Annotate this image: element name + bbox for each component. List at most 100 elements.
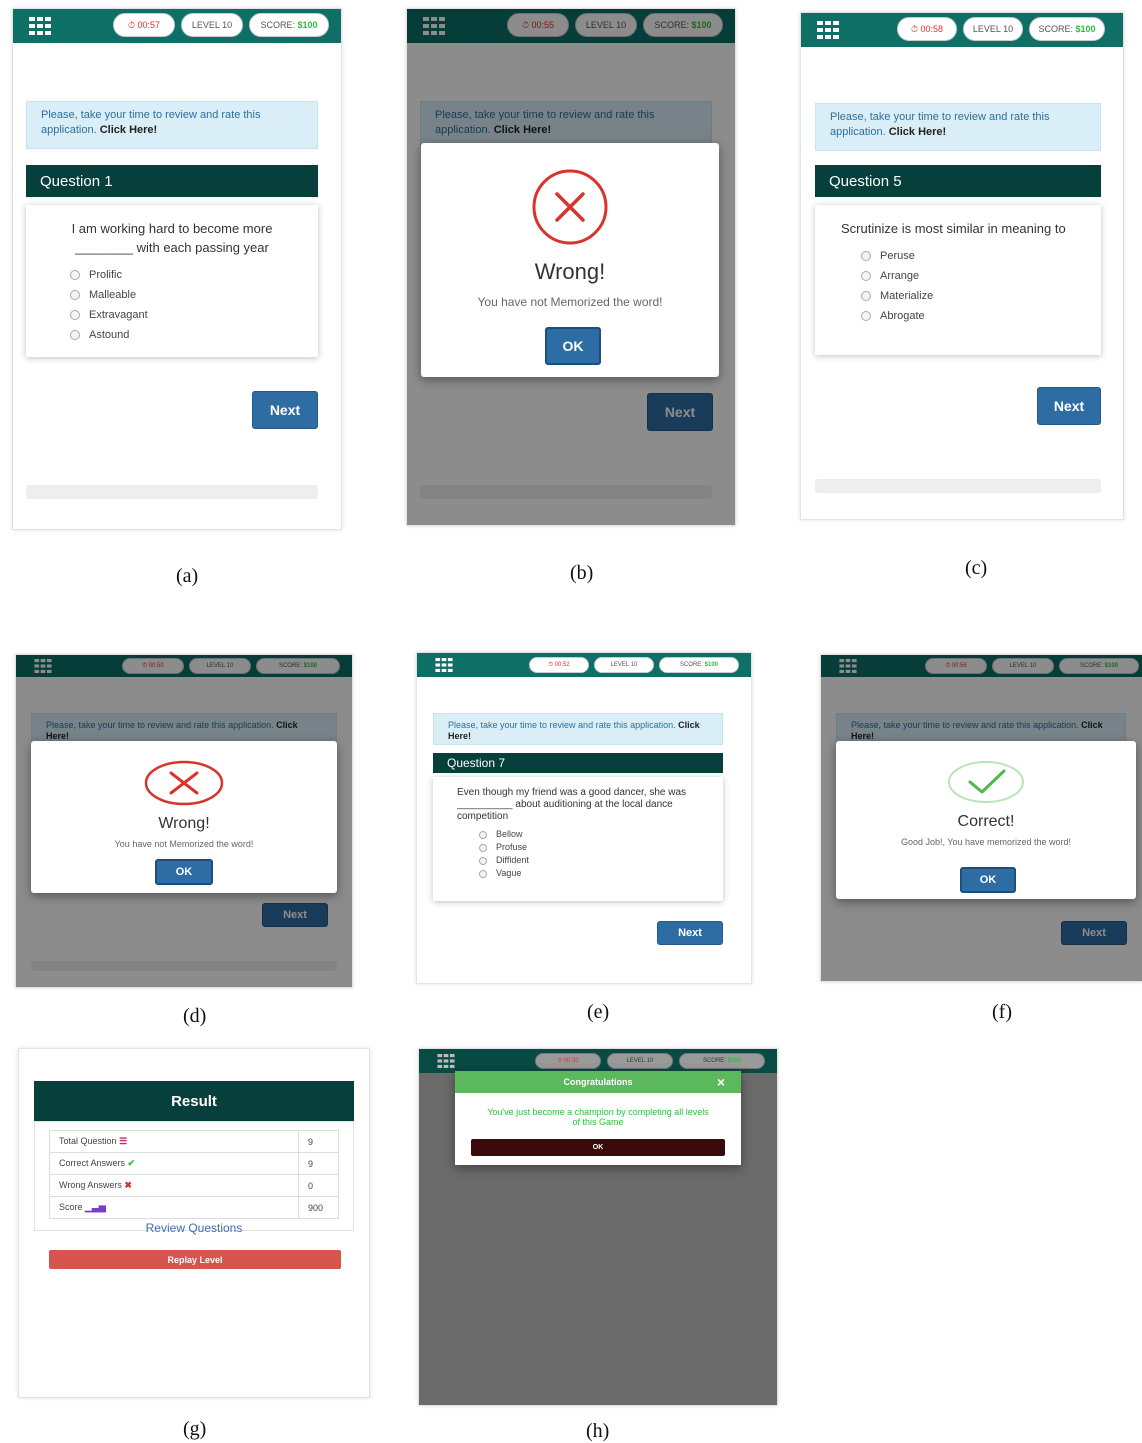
option-4[interactable]: Vague: [479, 867, 709, 880]
question-title: Question 5: [815, 165, 1101, 197]
table-row: Total Question ☰ 9: [49, 1130, 339, 1153]
top-bar: ⏱ 00:52 LEVEL 10 SCORE: $100: [417, 653, 751, 677]
timer-pill: ⏱ 00:57: [113, 13, 175, 37]
option-2[interactable]: Arrange: [861, 266, 1085, 286]
menu-grid-icon[interactable]: [433, 658, 455, 672]
congrats-header: Congratulations ×: [455, 1071, 741, 1093]
level-pill: LEVEL 10: [607, 1053, 673, 1069]
option-3[interactable]: Diffident: [479, 854, 709, 867]
timer-value: 00:30: [563, 1058, 579, 1064]
row-label: Total Question ☰: [49, 1130, 299, 1153]
row-value: 900: [298, 1196, 339, 1219]
score-pill: SCORE: $100: [659, 657, 739, 673]
clock-icon: ⏱: [910, 23, 918, 34]
caption-c: (c): [965, 557, 988, 579]
modal-text: You have not Memorized the word!: [477, 295, 663, 309]
modal-text: You've just become a champion by complet…: [487, 1107, 709, 1127]
radio-button[interactable]: [861, 271, 871, 281]
menu-grid-icon[interactable]: [435, 1054, 457, 1068]
screen-b: ⏱ 00:55 LEVEL 10 SCORE: $100 Please, tak…: [406, 8, 736, 526]
row-value: 0: [298, 1174, 339, 1197]
option-1[interactable]: Bellow: [479, 828, 709, 841]
menu-grid-icon[interactable]: [29, 17, 51, 35]
rate-alert: Please, take your time to review and rat…: [26, 101, 318, 149]
radio-button[interactable]: [479, 843, 487, 852]
modal-title: Correct!: [957, 813, 1015, 830]
next-button[interactable]: Next: [657, 921, 723, 945]
radio-button[interactable]: [70, 290, 80, 300]
table-row: Correct Answers ✔ 9: [49, 1152, 339, 1175]
score-pill: SCORE: $100: [249, 13, 329, 37]
menu-grid-icon[interactable]: [817, 21, 839, 39]
top-bar: ⏱ 00:30 LEVEL 10 SCORE: $100: [419, 1049, 777, 1073]
next-button[interactable]: Next: [252, 391, 318, 429]
caption-f: (f): [992, 1001, 1012, 1023]
modal-text: Good Job!, You have memorized the word!: [900, 837, 1072, 847]
screen-g: Result Total Question ☰ 9 Correct Answer…: [18, 1048, 370, 1398]
level-pill: LEVEL 10: [963, 17, 1023, 41]
timer-value: 00:57: [137, 20, 161, 30]
option-2[interactable]: Malleable: [70, 285, 302, 305]
list-icon: ☰: [119, 1136, 128, 1146]
option-1[interactable]: Peruse: [861, 246, 1085, 266]
radio-button[interactable]: [861, 291, 871, 301]
progress-bar: [815, 479, 1101, 493]
option-3[interactable]: Extravagant: [70, 305, 302, 325]
rate-alert: Please, take your time to review and rat…: [815, 103, 1101, 151]
radio-button[interactable]: [479, 830, 487, 839]
option-4[interactable]: Astound: [70, 325, 302, 345]
wrong-x-icon: [144, 760, 224, 806]
level-value: LEVEL 10: [610, 662, 638, 668]
radio-button[interactable]: [70, 310, 80, 320]
result-panel: Total Question ☰ 9 Correct Answers ✔ 9 W…: [34, 1121, 354, 1231]
table-row: Wrong Answers ✖ 0: [49, 1174, 339, 1197]
ok-button[interactable]: OK: [960, 867, 1016, 893]
option-2[interactable]: Profuse: [479, 841, 709, 854]
level-pill: LEVEL 10: [181, 13, 243, 37]
radio-button[interactable]: [861, 251, 871, 261]
rate-alert-link[interactable]: Click Here!: [889, 126, 946, 138]
screen-a: ⏱ 00:57 LEVEL 10 SCORE: $100 Please, tak…: [12, 8, 342, 530]
top-bar: ⏱ 00:57 LEVEL 10 SCORE: $100: [13, 9, 341, 43]
radio-button[interactable]: [861, 311, 871, 321]
screen-h: ⏱ 00:30 LEVEL 10 SCORE: $100 Congratulat…: [418, 1048, 778, 1406]
score-value: $100: [297, 20, 318, 30]
question-title: Question 1: [26, 165, 318, 197]
row-label: Correct Answers ✔: [49, 1152, 299, 1175]
rate-alert-text: Please, take your time to review and rat…: [448, 720, 676, 730]
review-questions-link[interactable]: Review Questions: [34, 1221, 354, 1235]
level-value: LEVEL 10: [972, 24, 1014, 34]
ok-button[interactable]: OK: [545, 327, 601, 365]
top-bar: ⏱ 00:58 LEVEL 10 SCORE: $100: [801, 13, 1123, 47]
result-header: Result: [34, 1081, 354, 1121]
ok-button[interactable]: OK: [155, 859, 213, 885]
question-card: I am working hard to become more _______…: [26, 205, 318, 357]
modal-title: Congratulations: [563, 1077, 633, 1087]
timer-pill: ⏱ 00:52: [529, 657, 589, 673]
row-label: Wrong Answers ✖: [49, 1174, 299, 1197]
radio-button[interactable]: [479, 856, 487, 865]
option-3[interactable]: Materialize: [861, 286, 1085, 306]
next-button[interactable]: Next: [1037, 387, 1101, 425]
caption-d: (d): [183, 1005, 207, 1027]
close-icon[interactable]: ×: [717, 1074, 725, 1090]
rate-alert-link[interactable]: Click Here!: [100, 124, 157, 136]
wrong-modal: Wrong! You have not Memorized the word! …: [31, 741, 337, 893]
option-1[interactable]: Prolific: [70, 265, 302, 285]
score-label: SCORE:: [702, 1058, 726, 1064]
screen-f: ⏱ 00:56 LEVEL 10 SCORE: $100 Please, tak…: [820, 654, 1142, 982]
question-text: Even though my friend was a good dancer,…: [457, 787, 687, 822]
timer-value: 00:52: [554, 662, 570, 668]
score-value: $100: [704, 662, 719, 668]
ok-button[interactable]: OK: [471, 1139, 725, 1156]
progress-bar: [26, 485, 318, 499]
replay-level-button[interactable]: Replay Level: [49, 1250, 341, 1269]
row-value: 9: [298, 1130, 339, 1153]
question-text: Scrutinize is most similar in meaning to: [841, 221, 1066, 236]
wrong-modal: Wrong! You have not Memorized the word! …: [421, 143, 719, 377]
option-4[interactable]: Abrogate: [861, 306, 1085, 326]
radio-button[interactable]: [70, 330, 80, 340]
modal-text: You have not Memorized the word!: [114, 839, 254, 849]
radio-button[interactable]: [479, 869, 487, 878]
radio-button[interactable]: [70, 270, 80, 280]
